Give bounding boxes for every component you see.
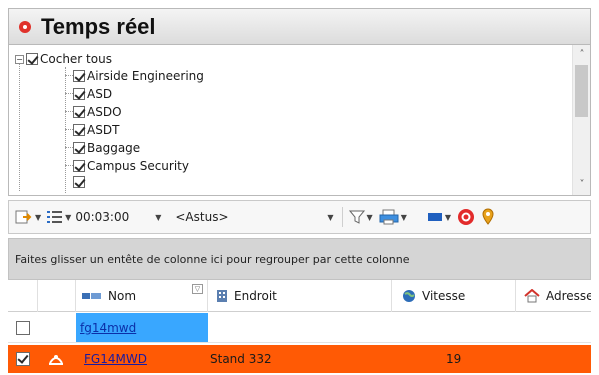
tree-item-label: Campus Security [87, 159, 189, 173]
chevron-down-icon[interactable]: ▼ [65, 213, 71, 222]
row-checkbox[interactable] [16, 352, 30, 366]
time-interval-value[interactable]: 00:03:00 [75, 210, 129, 224]
globe-icon [402, 289, 416, 303]
list-view-icon[interactable] [47, 206, 63, 228]
tree-item-checkbox[interactable] [73, 106, 85, 118]
chevron-down-icon[interactable]: ▼ [367, 213, 373, 222]
tree-item-checkbox[interactable] [73, 70, 85, 82]
vehicle-icon [82, 291, 102, 301]
toolbar-separator [341, 207, 343, 227]
tree-item[interactable]: Baggage [73, 140, 140, 156]
filter-icon[interactable] [348, 206, 365, 228]
panel-title: Temps réel [41, 13, 156, 39]
col-status [38, 280, 76, 312]
nom-filter-value: fg14mwd [80, 320, 137, 335]
col-checkbox [8, 280, 38, 312]
panel-title-bar: Temps réel [8, 8, 591, 44]
filter-row-checkbox-cell [16, 313, 32, 342]
scroll-up-icon[interactable]: ˄ [573, 47, 590, 63]
home-icon [524, 289, 540, 303]
grid-filter-row: fg14mwd [8, 313, 591, 343]
group-tree-panel: − Cocher tous Airside Engineering ASD AS… [8, 44, 591, 196]
tree-item-partial[interactable] [73, 176, 87, 188]
tree-item-label: Airside Engineering [87, 69, 204, 83]
tree-root[interactable]: − Cocher tous [15, 51, 112, 67]
group-by-hint: Faites glisser un entête de colonne ici … [15, 252, 410, 266]
tree-item-checkbox[interactable] [73, 124, 85, 136]
time-dropdown-icon[interactable]: ▼ [155, 213, 161, 222]
tree-item-label: ASDT [87, 123, 120, 137]
tree-item[interactable]: ASD [73, 86, 112, 102]
nom-filter-input[interactable]: fg14mwd [76, 313, 208, 342]
tree-item[interactable]: Campus Security [73, 158, 189, 174]
chevron-down-icon[interactable]: ▼ [401, 213, 407, 222]
tree-item-label: Baggage [87, 141, 141, 155]
astus-dropdown-icon[interactable]: ▼ [327, 213, 333, 222]
vehicle-status-icon [48, 345, 64, 373]
tree-item-label: ASDO [87, 105, 122, 119]
table-row[interactable]: FG14MWD Stand 332 19 [8, 345, 591, 373]
tree-guide-line [65, 67, 66, 193]
col-vitesse[interactable]: Vitesse [392, 280, 516, 312]
tree-root-label: Cocher tous [40, 52, 112, 66]
grid-header: Nom ▽ Endroit Vitesse Adresse [8, 280, 591, 312]
tree-item-checkbox[interactable] [73, 176, 85, 188]
col-adresse[interactable]: Adresse [516, 280, 591, 312]
export-icon[interactable] [15, 206, 33, 228]
tree-item[interactable]: ASDO [73, 104, 122, 120]
tree-item[interactable]: ASDT [73, 122, 119, 138]
building-icon [216, 289, 228, 303]
chevron-down-icon[interactable]: ▼ [445, 213, 451, 222]
no-entry-icon[interactable] [457, 206, 475, 228]
tree-item-checkbox[interactable] [73, 160, 85, 172]
scroll-down-icon[interactable]: ˅ [573, 177, 590, 193]
tree-scrollbar[interactable]: ˄ ˅ [572, 45, 590, 195]
col-nom-label: Nom [108, 289, 137, 303]
tree-item-label: ASD [87, 87, 113, 101]
tree-item-checkbox[interactable] [73, 142, 85, 154]
astus-select[interactable]: <Astus> [175, 210, 325, 224]
col-nom[interactable]: Nom ▽ [76, 280, 208, 312]
toolbar: ▼ ▼ 00:03:00 ▼ <Astus> ▼ ▼ ▼ ▼ [8, 200, 591, 234]
row-checkbox-cell [16, 345, 32, 373]
tree-item-checkbox[interactable] [73, 88, 85, 100]
row-vitesse: 19 [446, 352, 462, 366]
tree-item[interactable]: Airside Engineering [73, 68, 204, 84]
tree-guide-line [19, 61, 20, 191]
row-nom-link[interactable]: FG14MWD [84, 352, 147, 366]
col-endroit[interactable]: Endroit [208, 280, 392, 312]
col-adresse-label: Adresse [546, 289, 591, 303]
check-all-checkbox[interactable] [26, 53, 38, 65]
map-pin-icon[interactable] [481, 206, 495, 228]
display-icon[interactable] [427, 206, 443, 228]
filter-checkbox[interactable] [16, 320, 30, 335]
column-filter-icon[interactable]: ▽ [192, 284, 203, 294]
collapse-icon[interactable]: − [15, 54, 24, 64]
record-dot-icon [19, 20, 31, 33]
chevron-down-icon[interactable]: ▼ [35, 213, 41, 222]
col-endroit-label: Endroit [234, 289, 277, 303]
row-nom[interactable]: FG14MWD [84, 345, 147, 373]
col-vitesse-label: Vitesse [422, 289, 466, 303]
printer-icon[interactable] [379, 206, 399, 228]
row-endroit: Stand 332 [210, 352, 272, 366]
scroll-thumb[interactable] [575, 65, 588, 117]
group-by-area[interactable]: Faites glisser un entête de colonne ici … [8, 238, 591, 280]
